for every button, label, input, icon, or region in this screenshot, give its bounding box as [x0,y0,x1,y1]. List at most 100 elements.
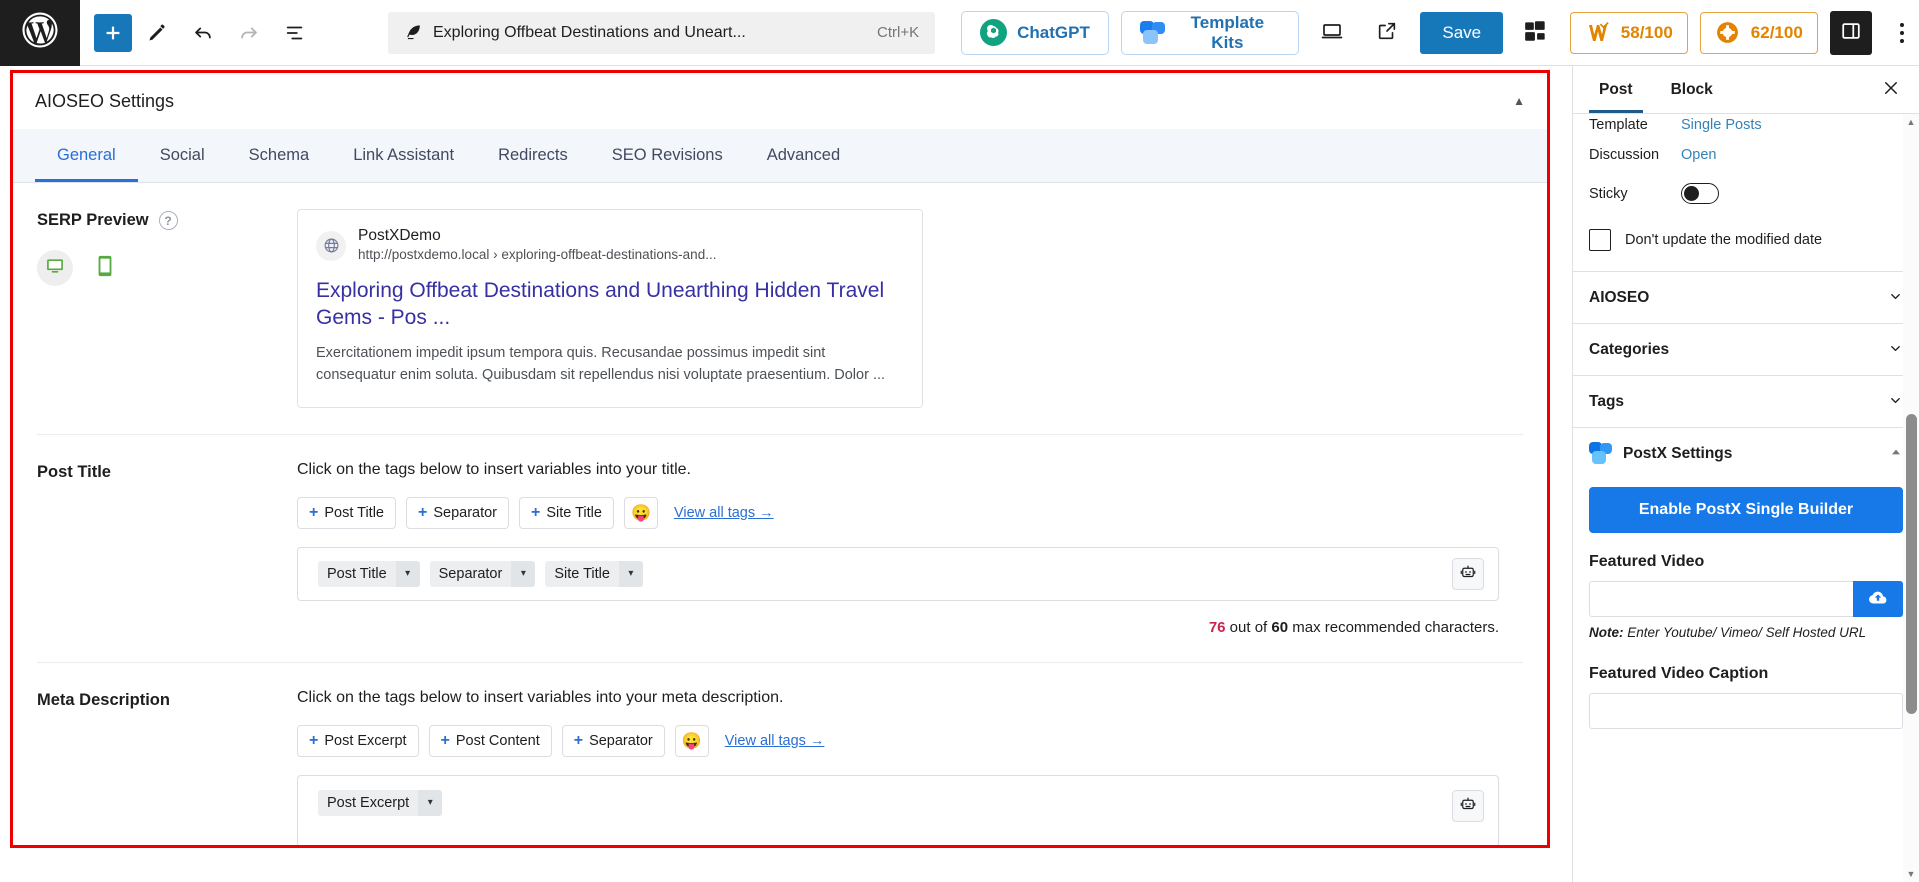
question-mark-icon[interactable]: ? [158,211,178,230]
chip-site-title[interactable]: Site Title ▾ [545,560,643,587]
chevron-down-icon[interactable]: ▾ [395,560,420,587]
chevron-down-icon[interactable]: ▾ [511,560,536,587]
chevron-down-icon[interactable] [1888,341,1903,359]
template-kits-button[interactable]: Template Kits [1120,10,1300,55]
edit-tool-button[interactable] [136,12,178,54]
sidebar-scroll-up-arrow-icon[interactable]: ▲ [1903,114,1919,130]
view-all-tags-link[interactable]: View all tags → [725,733,825,749]
serp-description: Exercitationem impedit ipsum tempora qui… [316,344,886,384]
plus-icon: + [531,503,541,521]
emoji-picker-button[interactable]: 😛 [674,724,709,757]
sidebar-panel-postx-settings[interactable]: PostX Settings [1573,427,1919,479]
postx-panel-label-group: PostX Settings [1589,442,1732,465]
tab-post[interactable]: Post [1589,66,1643,113]
pencil-icon [147,23,167,43]
chip-post-title[interactable]: Post Title ▾ [318,560,420,587]
post-title-field[interactable]: Post Title ▾ Separator ▾ Site Title ▾ [297,546,1499,601]
insert-tag-separator-button[interactable]: + Separator [405,496,510,529]
emoji-picker-button[interactable]: 😛 [623,496,658,529]
sidebar-scrollbar[interactable]: ▲ ▼ [1903,114,1919,882]
meta-description-tag-row: + Post Excerpt + Post Content + Separato… [297,724,1499,757]
sidebar-panel-aioseo[interactable]: AIOSEO [1573,271,1919,323]
sidebar-row-discussion[interactable]: Discussion Open [1573,136,1919,174]
more-options-button[interactable] [1884,11,1919,55]
tab-block[interactable]: Block [1661,66,1723,113]
dont-update-modified-date-checkbox[interactable] [1589,229,1611,251]
chip-post-excerpt[interactable]: Post Excerpt ▾ [318,789,443,816]
wordpress-logo-icon [19,9,61,56]
redo-arrow-icon [238,22,260,44]
tab-advanced[interactable]: Advanced [745,128,862,182]
meta-description-field[interactable]: Post Excerpt ▾ [297,774,1499,845]
chatgpt-icon [980,19,1008,46]
serp-preview-card: PostXDemo http://postxdemo.local › explo… [297,209,923,408]
aioseo-panel-body: SERP Preview ? PostXDemo http://postxdem… [13,183,1547,845]
close-sidebar-button[interactable] [1879,78,1903,102]
insert-tag-separator-button[interactable]: + Separator [561,724,665,757]
serp-title[interactable]: Exploring Offbeat Destinations and Unear… [316,277,904,332]
sidebar-scroll-down-arrow-icon[interactable]: ▼ [1903,866,1919,882]
add-block-button[interactable] [94,13,132,52]
document-overview-button[interactable] [274,12,316,54]
chip-separator[interactable]: Separator ▾ [429,560,536,587]
insert-tag-post-excerpt-button[interactable]: + Post Excerpt [297,724,419,757]
settings-sidebar-toggle-button[interactable] [1829,10,1873,55]
template-value[interactable]: Single Posts [1681,117,1762,133]
serp-preview-label-group: SERP Preview ? [37,209,297,408]
sidebar-row-template[interactable]: Template Single Posts [1573,114,1919,136]
chevron-up-icon[interactable] [1889,445,1903,462]
post-title-character-counter: 76 out of 60 max recommended characters. [297,619,1499,636]
featured-video-upload-button[interactable] [1853,581,1903,617]
categories-panel-label: Categories [1589,340,1670,358]
meta-description-row: Meta Description Click on the tags below… [37,663,1523,845]
preview-button[interactable] [1311,11,1354,55]
chip-label: Separator [429,560,512,587]
chatgpt-button[interactable]: ChatGPT [961,10,1109,55]
desktop-device-button[interactable] [37,250,73,286]
enable-postx-single-builder-button[interactable]: Enable PostX Single Builder [1589,487,1903,533]
chevron-up-icon[interactable]: ▲ [1513,94,1525,108]
aioseo-settings-panel: AIOSEO Settings ▲ General Social Schema … [10,70,1550,848]
undo-button[interactable] [182,12,224,54]
discussion-label: Discussion [1589,147,1660,163]
view-all-tags-link[interactable]: View all tags → [674,505,774,521]
tab-redirects[interactable]: Redirects [476,128,590,182]
undo-arrow-icon [192,22,214,44]
chevron-down-icon[interactable]: ▾ [418,789,443,816]
discussion-value[interactable]: Open [1681,147,1716,163]
redo-button[interactable] [228,12,270,54]
sidebar-scrollbar-thumb[interactable] [1906,414,1917,714]
featured-video-input[interactable] [1589,581,1853,617]
blocks-button[interactable] [1515,11,1558,55]
sticky-toggle[interactable] [1681,183,1719,204]
ai-generate-title-button[interactable] [1452,557,1484,590]
sidebar-panel-tags[interactable]: Tags [1573,375,1919,427]
top-toolbar: Exploring Offbeat Destinations and Unear… [0,0,1919,66]
chevron-down-icon[interactable] [1888,289,1903,307]
save-button[interactable]: Save [1420,11,1504,54]
tab-social[interactable]: Social [138,128,227,182]
counter-mid: out of [1225,618,1272,636]
mobile-device-button[interactable] [87,250,123,286]
insert-tag-site-title-button[interactable]: + Site Title [519,496,614,529]
insert-tag-post-content-button[interactable]: + Post Content [428,724,552,757]
chip-label: Post Excerpt [318,789,419,816]
chevron-down-icon[interactable] [1888,393,1903,411]
meta-description-content: Click on the tags below to insert variab… [297,689,1523,845]
tab-seo-revisions[interactable]: SEO Revisions [590,128,745,182]
insert-tag-post-title-button[interactable]: + Post Title [297,496,396,529]
chevron-down-icon[interactable]: ▾ [618,560,643,587]
tab-schema[interactable]: Schema [227,128,332,182]
readability-score-badge[interactable]: 62/100 [1699,11,1818,54]
view-post-button[interactable] [1366,11,1409,55]
tag-label: Post Content [455,732,540,749]
featured-video-caption-input[interactable] [1589,692,1903,729]
seo-score-badge[interactable]: 58/100 [1569,11,1688,54]
wordpress-logo-button[interactable] [0,0,80,66]
gear-plug-icon [1715,20,1741,46]
ai-generate-description-button[interactable] [1452,789,1484,822]
sidebar-panel-categories[interactable]: Categories [1573,323,1919,375]
tab-general[interactable]: General [35,128,138,182]
document-title-bar[interactable]: Exploring Offbeat Destinations and Unear… [388,11,936,54]
tab-link-assistant[interactable]: Link Assistant [331,128,476,182]
